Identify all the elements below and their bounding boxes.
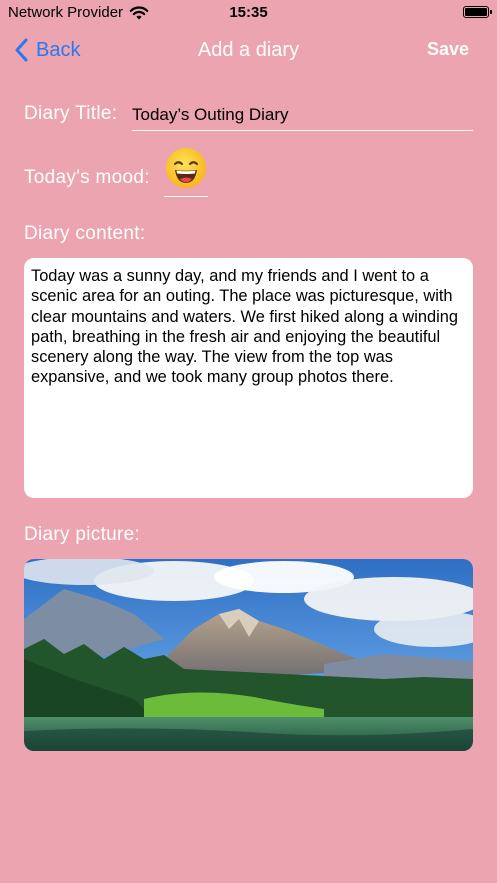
navigation-bar: Back Add a diary Save xyxy=(0,26,497,76)
diary-picture-image[interactable] xyxy=(24,559,473,751)
diary-content-textarea[interactable]: Today was a sunny day, and my friends an… xyxy=(24,258,473,498)
diary-title-input[interactable] xyxy=(132,100,473,131)
mood-label: Today's mood: xyxy=(24,167,150,188)
diary-content-label: Diary content: xyxy=(24,223,146,244)
page-title: Add a diary xyxy=(197,39,300,61)
diary-picture-label: Diary picture: xyxy=(24,524,141,545)
status-bar: Network Provider 15:35 xyxy=(0,0,497,26)
save-button[interactable]: Save xyxy=(427,39,469,60)
battery-full-icon xyxy=(463,6,492,18)
diary-title-label: Diary Title: xyxy=(24,103,118,124)
mood-picker-button[interactable] xyxy=(164,146,208,197)
grinning-face-icon xyxy=(166,148,206,188)
mountain-lake-landscape-photo xyxy=(24,559,473,751)
status-time: 15:35 xyxy=(229,4,268,21)
